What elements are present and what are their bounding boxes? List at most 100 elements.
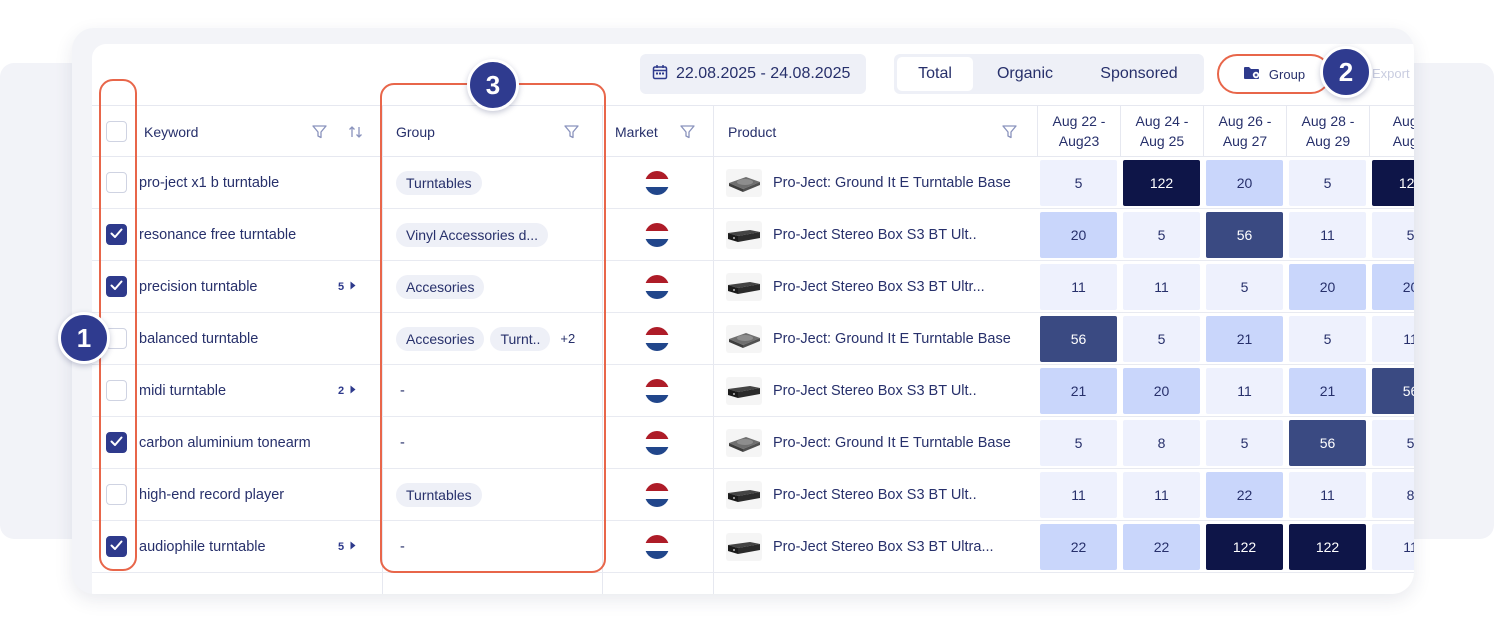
product-name[interactable]: Pro-Ject Stereo Box S3 BT Ultr... <box>773 261 985 312</box>
row-checkbox[interactable] <box>106 172 127 193</box>
rank-cell: 11 <box>1040 264 1117 310</box>
variant-count-toggle[interactable]: 5 <box>338 521 356 572</box>
rank-cell: 22 <box>1206 472 1283 518</box>
product-name[interactable]: Pro-Ject Stereo Box S3 BT Ult.. <box>773 209 977 260</box>
column-date-range[interactable]: Aug 22 - Aug23 <box>1037 106 1120 157</box>
tab-total[interactable]: Total <box>897 57 973 91</box>
table-row[interactable]: audiophile turntable 5 - Pro-Ject Stereo Bo… <box>92 521 1414 573</box>
column-product[interactable]: Product <box>728 106 776 157</box>
netherlands-flag-icon <box>645 223 669 247</box>
netherlands-flag-icon <box>645 535 669 559</box>
rank-cell: 22 <box>1123 524 1200 570</box>
table-row[interactable]: precision turntable 5 Accesories Pro-Ject S… <box>92 261 1414 313</box>
rank-cell: 56 <box>1289 420 1366 466</box>
keyword-cell[interactable]: pro-ject x1 b turntable <box>139 157 279 208</box>
group-tag[interactable]: Accesories <box>396 274 485 299</box>
column-date-range[interactable]: Aug 26 - Aug 27 <box>1203 106 1286 157</box>
rank-cell: 8 <box>1372 472 1414 518</box>
keyword-cell[interactable]: midi turntable <box>139 365 226 416</box>
group-tag[interactable]: Accesories <box>396 326 485 351</box>
rank-cell: 5 <box>1372 420 1414 466</box>
row-checkbox[interactable] <box>106 276 127 297</box>
group-cell[interactable]: - <box>396 521 405 572</box>
group-cell[interactable]: Accesories Turnt.. +2 <box>396 313 575 364</box>
netherlands-flag-icon <box>645 275 669 299</box>
group-cell[interactable]: Turntables <box>396 157 488 208</box>
column-market[interactable]: Market <box>615 106 658 157</box>
step-marker-3: 3 <box>467 59 519 111</box>
product-name[interactable]: Pro-Ject Stereo Box S3 BT Ult.. <box>773 365 977 416</box>
group-tag[interactable]: Turnt.. <box>490 326 551 351</box>
step-marker-1: 1 <box>58 312 110 364</box>
filter-icon[interactable] <box>1002 106 1017 157</box>
filter-icon[interactable] <box>564 106 579 157</box>
date-range-start: Aug 26 - <box>1218 113 1272 129</box>
group-cell[interactable]: - <box>396 417 405 468</box>
group-cell[interactable]: - <box>396 365 405 416</box>
rank-cell: 21 <box>1040 368 1117 414</box>
group-tag[interactable]: Vinyl Accessories d... <box>396 222 549 247</box>
sort-icon[interactable] <box>348 106 364 157</box>
app-card: 22.08.2025 - 24.08.2025 Total Organic Sp… <box>72 28 1414 594</box>
rank-cell: 11 <box>1372 316 1414 362</box>
column-date-range[interactable]: Aug 24 - Aug 25 <box>1120 106 1203 157</box>
table-row[interactable]: balanced turntable Accesories Turnt.. +2 Pro… <box>92 313 1414 365</box>
filter-icon[interactable] <box>312 106 327 157</box>
variant-count-toggle[interactable]: 2 <box>338 365 356 416</box>
rank-cell: 11 <box>1123 264 1200 310</box>
keyword-cell[interactable]: audiophile turntable <box>139 521 266 572</box>
column-group[interactable]: Group <box>396 106 435 157</box>
row-checkbox[interactable] <box>106 484 127 505</box>
date-range-picker[interactable]: 22.08.2025 - 24.08.2025 <box>640 54 866 94</box>
keyword-cell[interactable]: resonance free turntable <box>139 209 296 260</box>
product-name[interactable]: Pro-Ject Stereo Box S3 BT Ult.. <box>773 469 977 520</box>
column-keyword[interactable]: Keyword <box>144 106 198 157</box>
table-row[interactable]: pro-ject x1 b turntable Turntables Pro-Jec… <box>92 157 1414 209</box>
empty-group: - <box>400 382 405 399</box>
more-groups-count[interactable]: +2 <box>560 331 575 346</box>
column-date-range[interactable]: Aug 28 - Aug 29 <box>1286 106 1369 157</box>
table-row[interactable]: high-end record player Turntables Pro-Ject… <box>92 469 1414 521</box>
group-cell[interactable]: Vinyl Accessories d... <box>396 209 554 260</box>
keyword-cell[interactable]: high-end record player <box>139 469 284 520</box>
product-name[interactable]: Pro-Ject: Ground It E Turntable Base <box>773 417 1011 468</box>
rank-cell: 5 <box>1206 420 1283 466</box>
table-row[interactable]: carbon aluminium tonearm - Pro-Ject: Groun… <box>92 417 1414 469</box>
group-cell[interactable]: Turntables <box>396 469 488 520</box>
group-tag[interactable]: Turntables <box>396 482 482 507</box>
netherlands-flag-icon <box>645 327 669 351</box>
table-row[interactable]: resonance free turntable Vinyl Accessorie… <box>92 209 1414 261</box>
column-date-range[interactable]: Aug 3 Aug 3 <box>1369 106 1414 157</box>
group-tag[interactable]: Turntables <box>396 170 482 195</box>
row-checkbox[interactable] <box>106 380 127 401</box>
export-button[interactable]: Export <box>1372 66 1410 81</box>
calendar-icon <box>652 64 668 85</box>
rank-cell: 11 <box>1206 368 1283 414</box>
product-name[interactable]: Pro-Ject: Ground It E Turntable Base <box>773 157 1011 208</box>
date-range-start: Aug 28 - <box>1301 113 1355 129</box>
row-checkbox[interactable] <box>106 432 127 453</box>
checkmark-icon <box>110 538 123 556</box>
date-range-text: 22.08.2025 - 24.08.2025 <box>676 65 851 82</box>
group-button[interactable]: Group <box>1217 54 1331 94</box>
caret-right-icon <box>350 541 356 553</box>
tab-sponsored[interactable]: Sponsored <box>1077 57 1201 91</box>
keyword-cell[interactable]: precision turntable <box>139 261 258 312</box>
keyword-cell[interactable]: balanced turntable <box>139 313 258 364</box>
product-name[interactable]: Pro-Ject Stereo Box S3 BT Ultra... <box>773 521 994 572</box>
variant-count-toggle[interactable]: 5 <box>338 261 356 312</box>
tab-organic[interactable]: Organic <box>973 57 1077 91</box>
keyword-cell[interactable]: carbon aluminium tonearm <box>139 417 311 468</box>
product-thumbnail <box>726 169 762 197</box>
table-row[interactable]: midi turntable 2 - Pro-Ject Stereo Box S3 B… <box>92 365 1414 417</box>
netherlands-flag-icon <box>645 171 669 195</box>
rank-cell: 5 <box>1206 264 1283 310</box>
filter-icon[interactable] <box>680 106 695 157</box>
row-checkbox[interactable] <box>106 224 127 245</box>
product-name[interactable]: Pro-Ject: Ground It E Turntable Base <box>773 313 1011 364</box>
product-thumbnail <box>726 481 762 509</box>
select-all-checkbox[interactable] <box>106 121 127 142</box>
group-cell[interactable]: Accesories <box>396 261 490 312</box>
row-checkbox[interactable] <box>106 536 127 557</box>
checkmark-icon <box>110 226 123 244</box>
